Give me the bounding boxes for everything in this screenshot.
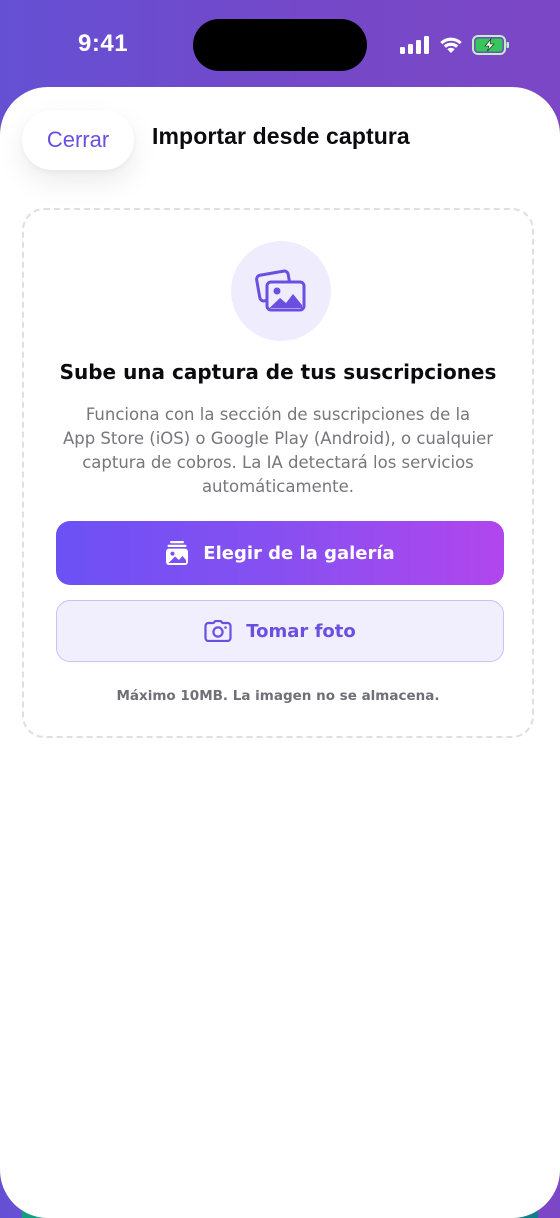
description-line: App Store (iOS) o Google Play (Android),…	[62, 429, 494, 448]
choose-gallery-label: Elegir de la galería	[203, 542, 395, 564]
import-sheet: Cerrar Importar desde captura Sube una c…	[0, 87, 560, 1218]
close-button[interactable]: Cerrar	[22, 110, 134, 170]
upload-description: Funciona con la sección de suscripciones…	[48, 403, 508, 499]
upload-note: Máximo 10MB. La imagen no se almacena.	[116, 688, 440, 704]
images-icon	[255, 269, 306, 312]
camera-icon	[204, 620, 232, 642]
take-photo-button[interactable]: Tomar foto	[56, 600, 504, 662]
choose-gallery-button[interactable]: Elegir de la galería	[56, 521, 504, 585]
status-time: 9:41	[78, 30, 129, 57]
upload-dropzone[interactable]: Sube una captura de tus suscripciones Fu…	[22, 208, 534, 738]
images-icon-circle	[231, 241, 331, 341]
upload-heading: Sube una captura de tus suscripciones	[59, 360, 497, 384]
close-button-label: Cerrar	[46, 127, 110, 152]
gallery-icon	[166, 541, 189, 565]
description-line: automáticamente.	[201, 477, 355, 496]
wifi-icon	[440, 37, 462, 53]
description-line: Funciona con la sección de suscripciones…	[85, 405, 471, 424]
battery-charging-icon	[472, 35, 509, 55]
sheet-title: Importar desde captura	[152, 123, 410, 149]
status-bar: 9:41	[0, 0, 560, 88]
description-line: captura de cobros. La IA detectará los s…	[82, 453, 474, 472]
take-photo-label: Tomar foto	[246, 620, 356, 642]
signal-icon	[400, 36, 429, 54]
dynamic-island	[193, 19, 367, 71]
